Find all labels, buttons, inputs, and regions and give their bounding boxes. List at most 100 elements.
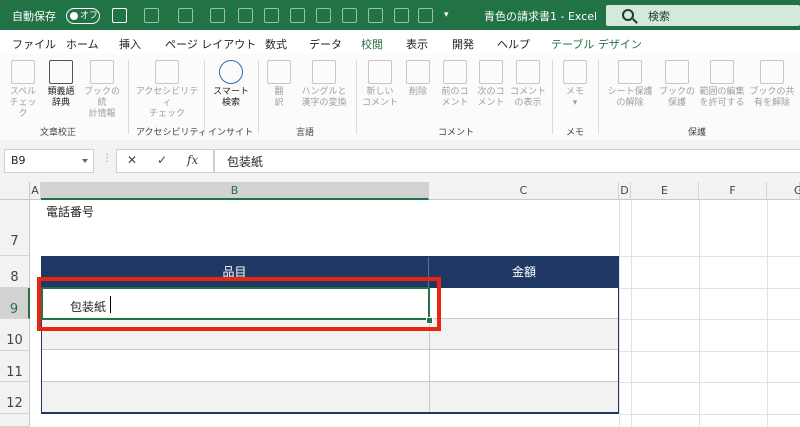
quick-access-icon[interactable] bbox=[368, 8, 383, 23]
memo-group-label: メモ bbox=[566, 128, 585, 138]
quick-access-icon[interactable] bbox=[264, 8, 279, 23]
insights-group-label: インサイト bbox=[208, 128, 254, 138]
allow-edit-ranges-button[interactable]: 範囲の編集 を許可する bbox=[696, 60, 748, 109]
accessibility-check-button[interactable]: アクセシビリティ チェック bbox=[134, 60, 200, 120]
formula-input[interactable]: 包装紙 bbox=[214, 149, 800, 173]
row-header-9[interactable]: 9 bbox=[0, 288, 30, 319]
search-placeholder: 検索 bbox=[648, 10, 670, 23]
quick-access-icon[interactable] bbox=[418, 8, 433, 23]
memo-icon bbox=[563, 60, 587, 84]
quick-access-icon[interactable] bbox=[316, 8, 331, 23]
spelling-label-2: チェック bbox=[9, 98, 37, 119]
prev-comment-label-2: メント bbox=[441, 98, 469, 108]
enter-icon[interactable]: ✓ bbox=[157, 153, 167, 167]
workbook-stats-button[interactable]: ブックの統 計情報 bbox=[80, 60, 124, 120]
smart-lookup-button[interactable]: スマート 検索 bbox=[208, 60, 254, 109]
tab-home[interactable]: ホーム bbox=[66, 36, 99, 52]
hangul-label-2: 漢字の変換 bbox=[301, 98, 347, 108]
row-header-7[interactable]: 7 bbox=[0, 200, 30, 256]
tab-review[interactable]: 校閲 bbox=[361, 36, 383, 57]
row-header-10[interactable]: 10 bbox=[0, 319, 30, 351]
previous-comment-button[interactable]: 前のコ メント bbox=[438, 60, 472, 109]
row-header-8[interactable]: 8 bbox=[0, 256, 30, 288]
column-header-b[interactable]: B bbox=[41, 182, 429, 200]
quick-access-icon[interactable] bbox=[342, 8, 357, 23]
redo-icon[interactable] bbox=[178, 8, 193, 23]
protect-book-label-2: 保護 bbox=[667, 98, 686, 108]
gridline bbox=[619, 256, 800, 257]
unshare-workbook-button[interactable]: ブックの共 有を解除 bbox=[748, 60, 796, 109]
chevron-down-icon[interactable] bbox=[82, 159, 88, 163]
row-header-12[interactable]: 12 bbox=[0, 382, 30, 414]
sheet-protect-icon bbox=[618, 60, 642, 84]
cancel-icon[interactable]: ✕ bbox=[127, 153, 137, 167]
gridline bbox=[619, 351, 800, 352]
delete-comment-label: 削除 bbox=[408, 87, 427, 97]
tab-page-layout[interactable]: ページ レイアウト bbox=[165, 36, 256, 52]
row-header-11[interactable]: 11 bbox=[0, 351, 30, 382]
customize-qat-icon[interactable]: ▾ bbox=[444, 10, 449, 20]
tab-data[interactable]: データ bbox=[309, 36, 342, 52]
column-header-a[interactable]: A bbox=[30, 182, 41, 200]
group-divider bbox=[356, 60, 357, 134]
spelling-label-1: スペル bbox=[9, 87, 37, 97]
comments-group-label: コメント bbox=[438, 128, 475, 138]
thesaurus-button[interactable]: 類義語 辞典 bbox=[44, 60, 78, 109]
translate-button[interactable]: 翻 訳 bbox=[264, 60, 294, 109]
show-comments-button[interactable]: コメント の表示 bbox=[510, 60, 546, 109]
tab-table-design[interactable]: テーブル デザイン bbox=[551, 36, 642, 52]
column-header-d[interactable]: D bbox=[619, 182, 631, 200]
accessibility-label-2: チェック bbox=[148, 109, 185, 119]
tab-formulas[interactable]: 数式 bbox=[265, 36, 287, 52]
table-bottom-border bbox=[41, 412, 619, 414]
search-box[interactable]: 検索 bbox=[606, 5, 800, 26]
tab-developer[interactable]: 開発 bbox=[452, 36, 474, 52]
gridline bbox=[699, 200, 700, 427]
show-comments-label-2: の表示 bbox=[514, 98, 542, 108]
tab-view[interactable]: 表示 bbox=[406, 36, 428, 52]
spelling-icon bbox=[11, 60, 35, 84]
column-header-f[interactable]: F bbox=[699, 182, 767, 200]
tab-file[interactable]: ファイル bbox=[12, 36, 56, 52]
title-bar: 自動保存 オフ ▾ 青色の請求書1 - Excel 検索 bbox=[0, 0, 800, 30]
translate-label-2: 訳 bbox=[274, 98, 284, 108]
quick-access-icon[interactable] bbox=[290, 8, 305, 23]
column-header-e[interactable]: E bbox=[631, 182, 699, 200]
accessibility-label-1: アクセシビリティ bbox=[135, 87, 199, 108]
select-all-button[interactable] bbox=[0, 182, 30, 200]
save-icon[interactable] bbox=[112, 8, 127, 23]
quick-access-icon[interactable] bbox=[394, 8, 409, 23]
language-group-label: 言語 bbox=[296, 128, 315, 138]
quick-access-icon[interactable] bbox=[238, 8, 253, 23]
more-icon: ⋮ bbox=[102, 153, 112, 164]
delete-comment-icon bbox=[406, 60, 430, 84]
prev-comment-label-1: 前のコ bbox=[441, 87, 469, 97]
group-divider bbox=[552, 60, 553, 134]
new-comment-button[interactable]: 新しい コメント bbox=[362, 60, 398, 109]
protect-workbook-button[interactable]: ブックの 保護 bbox=[658, 60, 696, 109]
smart-lookup-icon bbox=[219, 60, 243, 84]
unprotect-sheet-label-1: シート保護 bbox=[607, 87, 653, 97]
workbook-protect-icon bbox=[665, 60, 689, 84]
unprotect-sheet-button[interactable]: シート保護 の解除 bbox=[604, 60, 656, 109]
row-header-13[interactable] bbox=[0, 414, 30, 427]
name-box[interactable]: B9 bbox=[4, 149, 94, 173]
next-comment-label-1: 次のコ bbox=[477, 87, 505, 97]
next-comment-button[interactable]: 次のコ メント bbox=[474, 60, 508, 109]
allow-edit-label-1: 範囲の編集 bbox=[699, 87, 745, 97]
column-header-c[interactable]: C bbox=[429, 182, 619, 200]
insert-function-icon[interactable]: fx bbox=[187, 153, 198, 167]
undo-icon[interactable] bbox=[144, 8, 159, 23]
delete-comment-button[interactable]: 削除 bbox=[402, 60, 434, 98]
column-header-g[interactable]: G bbox=[767, 182, 800, 200]
memo-button[interactable]: メモ ▾ bbox=[558, 60, 592, 109]
quick-access-icon[interactable] bbox=[210, 8, 225, 23]
autosave-toggle[interactable]: オフ bbox=[66, 8, 100, 24]
hangul-hanja-button[interactable]: ハングルと 漢字の変換 bbox=[296, 60, 352, 109]
tab-insert[interactable]: 挿入 bbox=[119, 36, 141, 52]
tab-help[interactable]: ヘルプ bbox=[497, 36, 530, 52]
spelling-button[interactable]: スペル チェック bbox=[6, 60, 40, 120]
name-box-value: B9 bbox=[11, 154, 26, 167]
autosave-label: 自動保存 bbox=[12, 10, 56, 23]
group-divider bbox=[598, 60, 599, 134]
